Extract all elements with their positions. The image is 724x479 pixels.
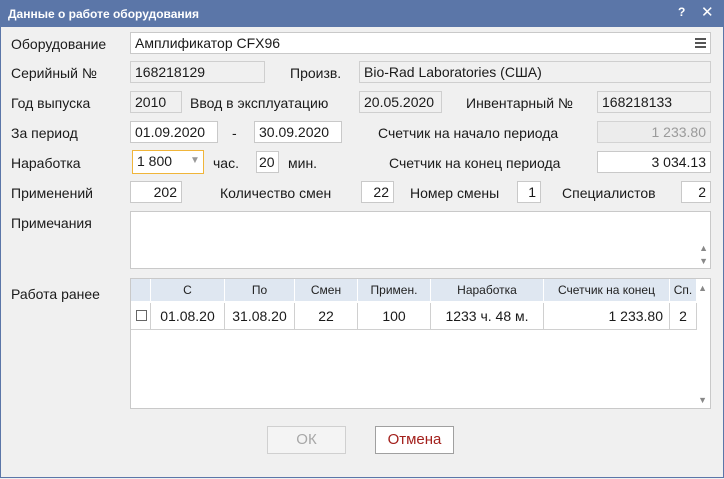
close-button[interactable]: ✕ xyxy=(701,3,714,21)
cell-specialists: 2 xyxy=(670,303,697,329)
row-divider xyxy=(131,329,697,330)
cell-counter-end: 1 233.80 xyxy=(544,303,670,329)
serial-field[interactable]: 168218129 xyxy=(130,61,265,83)
counter-end-field[interactable]: 3 034.13 xyxy=(597,151,711,173)
notes-textarea[interactable]: ▲ ▼ xyxy=(130,211,711,269)
counter-start-label: Счетчик на начало периода xyxy=(378,125,559,141)
equipment-field[interactable]: Амплификатор CFX96 xyxy=(130,32,711,54)
counter-end-label: Счетчик на конец периода xyxy=(389,155,561,171)
period-label: За период xyxy=(11,125,78,141)
col-header-counter-end[interactable]: Счетчик на конец xyxy=(544,279,670,301)
cancel-button[interactable]: Отмена xyxy=(375,426,454,454)
equipment-value: Амплификатор CFX96 xyxy=(135,35,281,51)
shifts-count-label: Количество смен xyxy=(220,185,332,201)
col-header-specialists[interactable]: Сп. xyxy=(670,279,697,301)
serial-label: Серийный № xyxy=(11,65,97,81)
scroll-down-icon[interactable]: ▼ xyxy=(698,395,707,405)
hours-unit: час. xyxy=(213,155,239,171)
year-field[interactable]: 2010 xyxy=(130,91,182,113)
cell-to: 31.08.20 xyxy=(225,303,295,329)
manufacturer-label: Произв. xyxy=(290,65,342,81)
scroll-up-icon[interactable]: ▲ xyxy=(699,243,708,253)
operating-hours-value: 1 800 xyxy=(137,153,173,169)
applications-field[interactable]: 202 xyxy=(130,181,182,203)
row-select-cell[interactable] xyxy=(131,303,151,329)
select-column-header xyxy=(131,279,151,301)
cell-from: 01.08.20 xyxy=(151,303,225,329)
cell-applications: 100 xyxy=(358,303,431,329)
ok-button[interactable]: ОК xyxy=(267,426,346,454)
history-table[interactable]: С По Смен Примен. Наработка Счетчик на к… xyxy=(130,278,711,409)
cell-operating: 1233 ч. 48 м. xyxy=(431,303,544,329)
shifts-count-field[interactable]: 22 xyxy=(361,181,394,203)
commissioning-label: Ввод в эксплуатацию xyxy=(190,95,329,111)
year-label: Год выпуска xyxy=(11,95,91,111)
shift-number-field[interactable]: 1 xyxy=(517,181,541,203)
operating-label: Наработка xyxy=(11,155,81,171)
specialists-field[interactable]: 2 xyxy=(681,181,711,203)
help-button[interactable]: ? xyxy=(678,5,685,19)
chevron-down-icon[interactable]: ▼ xyxy=(187,151,203,171)
col-header-applications[interactable]: Примен. xyxy=(358,279,431,301)
col-header-to[interactable]: По xyxy=(225,279,295,301)
scroll-down-icon[interactable]: ▼ xyxy=(699,256,708,266)
col-header-from[interactable]: С xyxy=(151,279,225,301)
inventory-label: Инвентарный № xyxy=(466,95,573,111)
operating-hours-input[interactable]: 1 800 ▼ xyxy=(132,150,204,174)
window-title: Данные о работе оборудования xyxy=(8,7,200,21)
counter-start-field: 1 233.80 xyxy=(597,121,711,143)
applications-label: Применений xyxy=(11,185,93,201)
commissioning-field[interactable]: 20.05.2020 xyxy=(359,91,442,113)
title-bar: Данные о работе оборудования ? ✕ xyxy=(0,0,724,27)
col-header-shifts[interactable]: Смен xyxy=(295,279,358,301)
notes-label: Примечания xyxy=(11,215,92,231)
period-to-field[interactable]: 30.09.2020 xyxy=(254,121,342,143)
period-from-field[interactable]: 01.09.2020 xyxy=(130,121,218,143)
minutes-unit: мин. xyxy=(288,155,318,171)
shift-number-label: Номер смены xyxy=(410,185,500,201)
specialists-label: Специалистов xyxy=(562,185,656,201)
inventory-field[interactable]: 168218133 xyxy=(597,91,711,113)
cell-shifts: 22 xyxy=(295,303,358,329)
history-label: Работа ранее xyxy=(11,286,100,302)
equipment-label: Оборудование xyxy=(11,36,107,52)
operating-minutes-input[interactable]: 20 xyxy=(256,151,279,173)
col-header-operating[interactable]: Наработка xyxy=(431,279,544,301)
period-dash: - xyxy=(232,125,237,141)
scroll-up-icon[interactable]: ▲ xyxy=(698,283,707,293)
manufacturer-field[interactable]: Bio-Rad Laboratories (США) xyxy=(359,61,711,83)
equipment-menu-icon[interactable] xyxy=(692,33,710,53)
